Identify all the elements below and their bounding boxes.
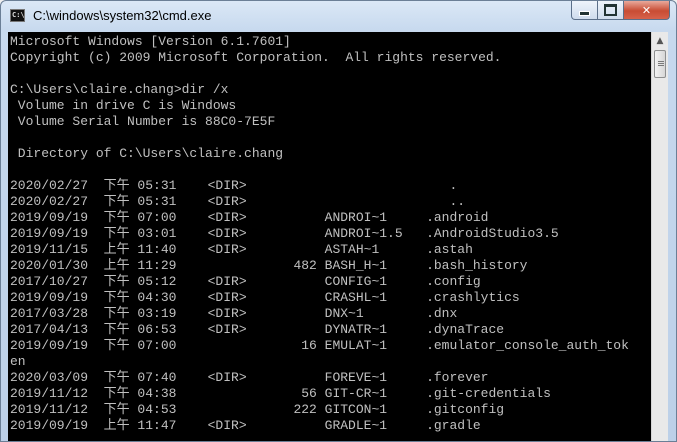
- thumb-grip-line: [658, 61, 664, 62]
- console-line: 2017/10/27 下午 05:12 <DIR> CONFIG~1 .conf…: [10, 274, 481, 289]
- console-line: en: [10, 354, 26, 369]
- console-line: Directory of C:\Users\claire.chang: [10, 146, 284, 161]
- console-line: 2019/09/19 下午 04:30 <DIR> CRASHL~1 .cras…: [10, 290, 520, 305]
- console-line: 2017/03/28 下午 03:19 <DIR> DNX~1 .dnx: [10, 306, 458, 321]
- console-line: 2020/01/30 上午 11:29 482 BASH_H~1 .bash_h…: [10, 258, 528, 273]
- thumb-grip-line: [658, 65, 664, 66]
- console-line: Microsoft Windows [Version 6.1.7601]: [10, 34, 291, 49]
- console-line: 2020/02/27 下午 05:31 <DIR> ..: [10, 194, 466, 209]
- console-line: Volume Serial Number is 88C0-7E5F: [10, 114, 276, 129]
- console-line: C:\Users\claire.chang>dir /x: [10, 82, 229, 97]
- cmd-app-icon[interactable]: C:\: [10, 9, 25, 22]
- maximize-icon: [604, 4, 617, 16]
- vertical-scrollbar[interactable]: ▲: [651, 32, 668, 441]
- console-line: 2019/09/19 下午 07:00 <DIR> ANDROI~1 .andr…: [10, 210, 489, 225]
- window-title: C:\windows\system32\cmd.exe: [33, 8, 212, 23]
- scroll-thumb[interactable]: [654, 50, 666, 78]
- cmd-window: C:\ C:\windows\system32\cmd.exe ✕ Micros…: [0, 0, 677, 442]
- console-line: Volume in drive C is Windows: [10, 98, 237, 113]
- console-line: 2019/09/19 下午 03:01 <DIR> ANDROI~1.5 .An…: [10, 226, 559, 241]
- console-line: 2020/03/09 下午 07:40 <DIR> FOREVE~1 .fore…: [10, 370, 489, 385]
- minimize-button[interactable]: [571, 1, 598, 20]
- minimize-icon: [579, 11, 590, 16]
- scroll-up-arrow-icon: ▲: [656, 35, 664, 46]
- console-output[interactable]: Microsoft Windows [Version 6.1.7601] Copy…: [8, 32, 651, 441]
- caption-buttons: ✕: [571, 1, 670, 21]
- console-line: 2019/11/12 下午 04:38 56 GIT-CR~1 .git-cre…: [10, 386, 551, 401]
- thumb-grip-line: [658, 63, 664, 64]
- console-line: 2019/11/12 下午 04:53 222 GITCON~1 .gitcon…: [10, 402, 505, 417]
- close-button[interactable]: ✕: [624, 1, 670, 20]
- scroll-up-button[interactable]: ▲: [652, 32, 668, 49]
- maximize-button[interactable]: [598, 1, 624, 20]
- console-line: 2019/09/19 上午 11:47 <DIR> GRADLE~1 .grad…: [10, 418, 481, 433]
- console-line: 2019/11/15 上午 11:40 <DIR> ASTAH~1 .astah: [10, 242, 473, 257]
- console-line: 2017/04/13 下午 06:53 <DIR> DYNATR~1 .dyna…: [10, 322, 505, 337]
- console-line: 2019/09/19 下午 07:00 16 EMULAT~1 .emulato…: [10, 338, 629, 353]
- title-bar[interactable]: C:\ C:\windows\system32\cmd.exe ✕: [1, 1, 676, 31]
- console-line: 2020/02/27 下午 05:31 <DIR> .: [10, 178, 458, 193]
- close-icon: ✕: [641, 3, 652, 17]
- console-text: Microsoft Windows [Version 6.1.7601] Copy…: [10, 34, 629, 434]
- console-line: Copyright (c) 2009 Microsoft Corporation…: [10, 50, 502, 65]
